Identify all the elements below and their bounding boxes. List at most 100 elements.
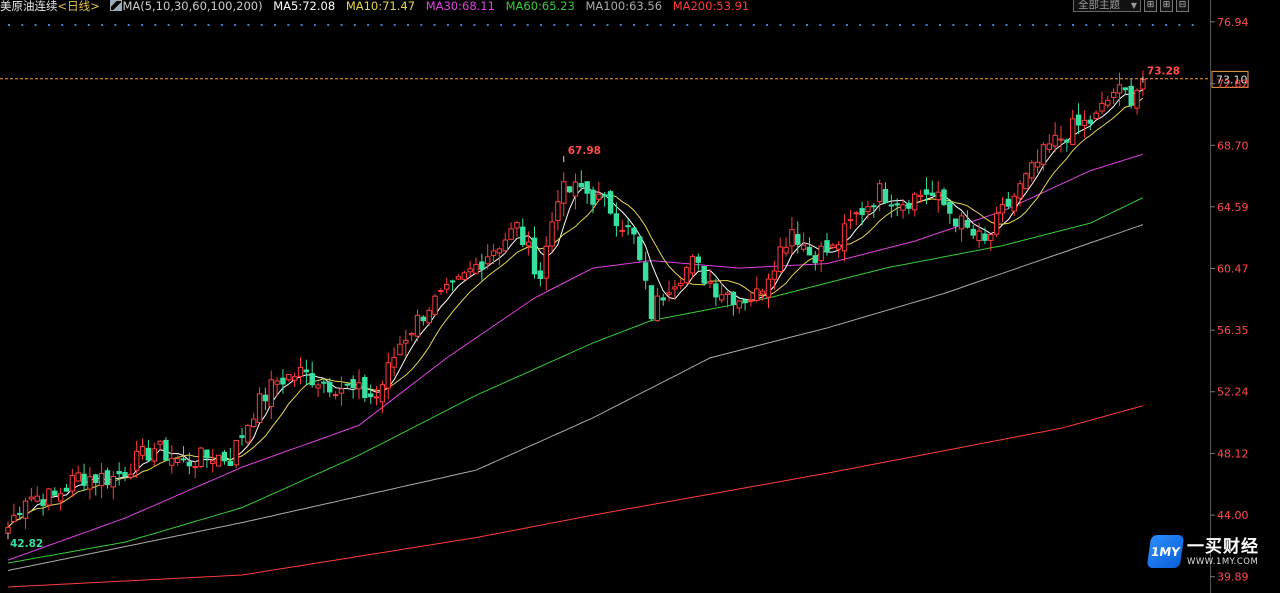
grid-dot <box>832 24 835 26</box>
candle-body <box>297 366 304 377</box>
candle-body <box>999 204 1006 214</box>
axis-tick-label: 39.89 <box>1217 571 1249 584</box>
instrument-name: 美原油连续 <box>0 0 58 13</box>
candlestick-chart[interactable]: 73.10 73.28 67.98 42.82 76.94 72.82 68.70 64.… <box>0 0 1280 593</box>
candle-body <box>1070 118 1076 145</box>
candle-body <box>736 300 742 309</box>
candle-body <box>245 424 251 443</box>
grid-dot <box>207 24 210 26</box>
grid-dot <box>380 24 383 26</box>
candle-body <box>970 228 976 236</box>
candle-body <box>496 248 503 254</box>
grid-dot <box>939 24 941 26</box>
chart-header: 美原油连续<日线> MA(5,10,30,60,100,200) MA5:72.… <box>0 0 1210 14</box>
grid-dot <box>220 24 223 26</box>
candle-body <box>104 470 111 486</box>
candle-body <box>929 192 935 196</box>
candle-body <box>783 246 789 254</box>
candle-body <box>777 246 783 273</box>
ma30-value: MA30:68.11 <box>425 0 495 13</box>
candle-body <box>420 316 427 322</box>
grid-dot <box>486 24 489 26</box>
candle-body <box>473 263 479 274</box>
theme-select[interactable]: 全部主题 <box>1073 0 1141 12</box>
period-label[interactable]: <日线> <box>58 0 100 13</box>
grid-dot <box>752 24 755 26</box>
candle-body <box>34 495 40 502</box>
candle-body <box>958 215 965 230</box>
axis-tick-label: 60.47 <box>1217 263 1249 276</box>
grid-dot <box>1125 24 1128 26</box>
layout-icon[interactable]: ⊟ <box>1176 0 1189 12</box>
candle-body <box>192 466 198 469</box>
grid-dot <box>446 24 449 26</box>
candle-body <box>1081 119 1088 127</box>
candle-body <box>432 295 438 315</box>
grid-dot <box>1085 24 1088 26</box>
grid-dot <box>194 24 197 26</box>
candle-body <box>379 384 386 403</box>
candle-body <box>391 356 397 368</box>
grid-dot <box>74 24 77 26</box>
candle-body <box>350 379 356 388</box>
candle-body <box>467 268 473 273</box>
candle-body <box>303 369 310 373</box>
grid-dot <box>686 24 689 26</box>
grid-dot <box>579 24 582 26</box>
candle-body <box>759 290 766 295</box>
grid-dot <box>407 24 409 26</box>
candle-body <box>455 276 462 280</box>
candle-body <box>251 418 257 428</box>
candles <box>5 70 1146 540</box>
axis-tick-label: 76.94 <box>1217 16 1249 29</box>
candle-body <box>362 376 368 399</box>
grid-dot <box>1098 24 1101 26</box>
candle-body <box>713 283 719 298</box>
grid-dot <box>899 24 902 26</box>
candle-body <box>1099 102 1105 112</box>
candle-body <box>847 219 854 222</box>
candle-body <box>695 256 701 263</box>
grid-dot <box>1045 24 1048 26</box>
grid-dot <box>473 24 476 26</box>
candle-body <box>865 206 871 213</box>
candle-body <box>894 203 900 206</box>
grid-dot <box>154 24 157 26</box>
price-annotations: 73.28 67.98 42.82 <box>7 66 1180 550</box>
grid-dot <box>633 24 636 26</box>
candle-body <box>145 447 152 461</box>
candle-body <box>871 205 877 208</box>
candle-body <box>461 272 468 280</box>
grid-dot <box>699 24 702 26</box>
candle-body <box>800 244 807 250</box>
candle-body <box>1087 119 1093 124</box>
candle-body <box>941 189 947 206</box>
watermark-logo: 1MY 一买财经 WWW.1MY.COM <box>1146 535 1259 568</box>
candle-body <box>449 280 456 283</box>
candle-body <box>771 270 778 280</box>
candle-body <box>917 194 924 197</box>
candle-body <box>660 297 666 301</box>
grid-dot <box>1191 24 1194 26</box>
restore-icon[interactable]: ⊞ <box>1144 0 1157 12</box>
grid-dot <box>247 24 250 26</box>
candle-body <box>368 393 374 398</box>
candle-body <box>508 228 514 240</box>
candle-body <box>853 212 859 215</box>
grid-dot <box>167 24 170 26</box>
grid-dot <box>1151 24 1154 26</box>
candle-body <box>578 182 584 188</box>
ma-config[interactable]: MA(5,10,30,60,100,200) <box>122 0 262 13</box>
grid-dot <box>34 24 37 26</box>
grid-dot <box>260 24 263 26</box>
candle-body <box>683 267 690 284</box>
grid-dot <box>540 24 542 26</box>
grid-dot <box>872 24 875 26</box>
grid-dot <box>1018 24 1021 26</box>
grid-icon[interactable]: ⊞ <box>1160 0 1173 12</box>
grid-dot <box>393 24 396 26</box>
candle-body <box>719 294 725 301</box>
candle-body <box>637 236 643 261</box>
candle-body <box>52 490 58 496</box>
grid-dot <box>287 24 290 26</box>
